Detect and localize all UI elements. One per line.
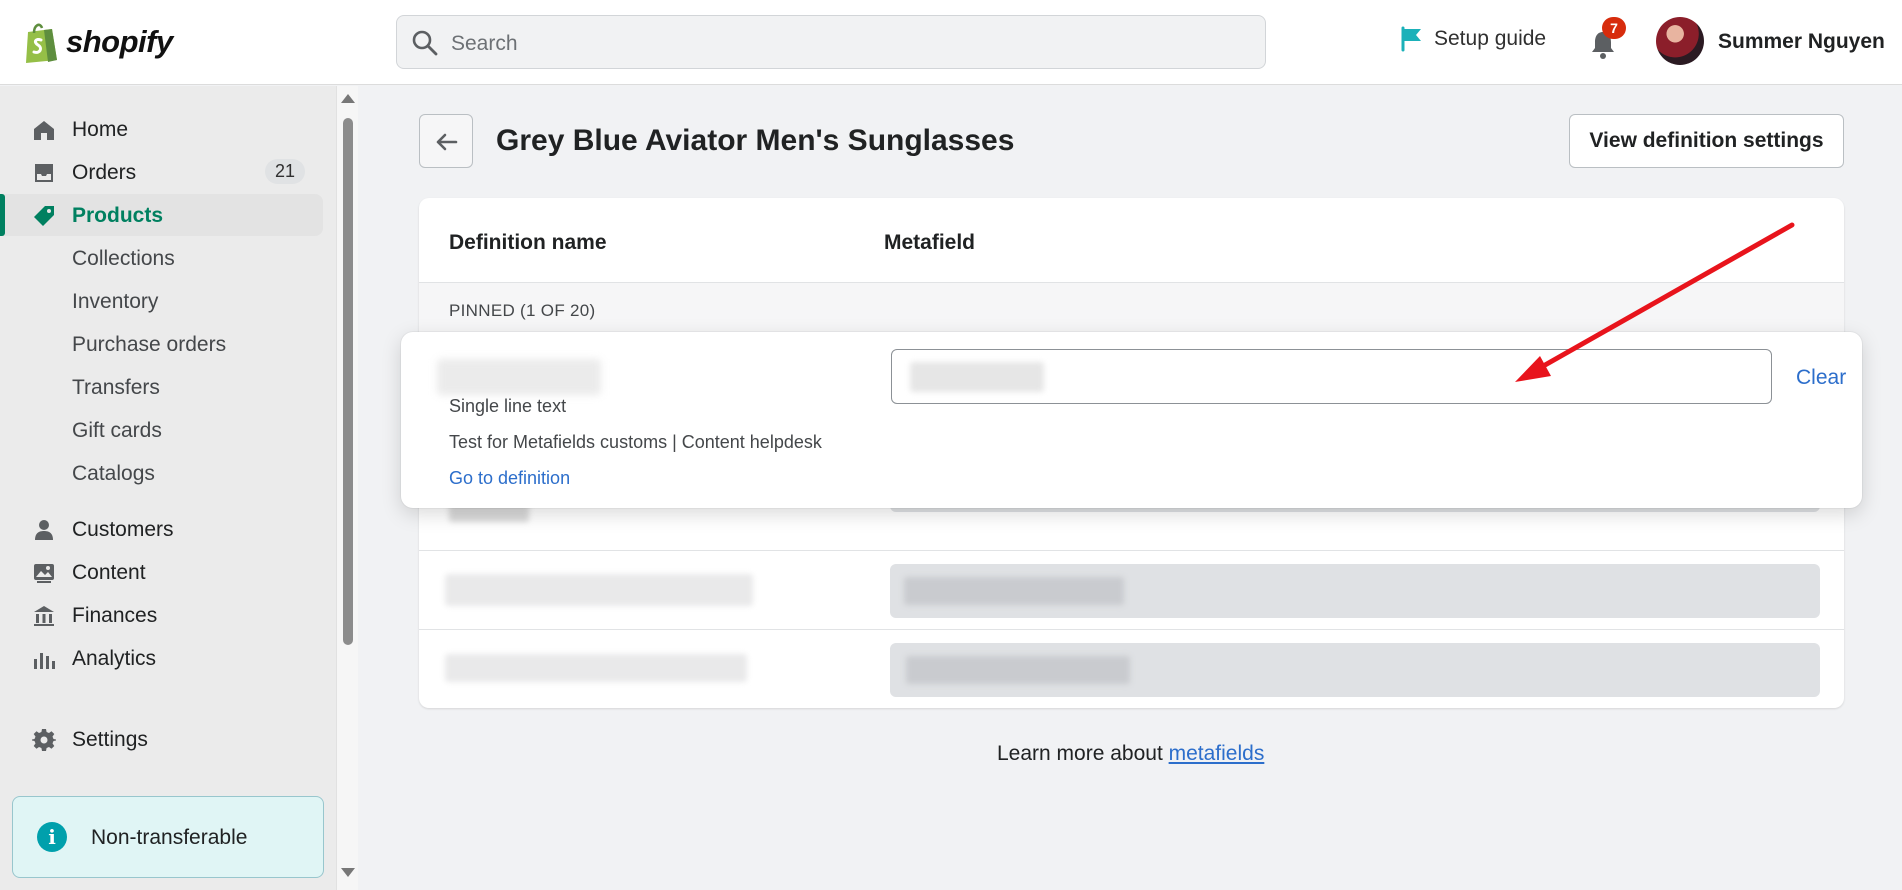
sidebar-item-label: Finances xyxy=(72,604,158,627)
sidebar-item-label: Purchase orders xyxy=(72,333,227,356)
sidebar-item-orders[interactable]: Orders 21 xyxy=(0,151,323,193)
setup-guide-label: Setup guide xyxy=(1434,27,1547,50)
scroll-up-arrow-icon[interactable] xyxy=(341,94,355,103)
sidebar-item-transfers[interactable]: Transfers xyxy=(0,366,323,408)
sidebar-item-products[interactable]: Products xyxy=(0,194,323,236)
redacted-definition-name xyxy=(445,574,753,606)
sidebar-item-label: Settings xyxy=(72,728,148,751)
pinned-label: PINNED (1 OF 20) xyxy=(449,301,596,320)
home-icon xyxy=(34,121,54,140)
metafield-description: Test for Metafields customs | Content he… xyxy=(449,432,822,452)
sidebar-item-purchase-orders[interactable]: Purchase orders xyxy=(0,323,323,365)
sidebar-item-label: Catalogs xyxy=(72,462,155,485)
divider xyxy=(419,550,1844,551)
sidebar-item-label: Transfers xyxy=(72,376,160,399)
scrollbar-thumb[interactable] xyxy=(343,118,353,645)
sidebar-scrollbar[interactable] xyxy=(336,86,358,890)
sidebar-item-label: Inventory xyxy=(72,290,159,313)
learn-more-prefix: Learn more about xyxy=(997,742,1169,765)
notification-count-badge: 7 xyxy=(1602,17,1626,39)
notice-label: Non-transferable xyxy=(91,826,248,849)
top-bar: shopify Search Setup guide 7 Summer Nguy… xyxy=(0,0,1902,85)
sidebar-item-label: Content xyxy=(72,561,146,584)
sidebar-item-home[interactable]: Home xyxy=(0,108,323,150)
metafields-link[interactable]: metafields xyxy=(1169,742,1265,765)
shopify-logo[interactable]: shopify xyxy=(22,20,173,64)
orders-count-badge: 21 xyxy=(264,159,305,184)
sidebar-item-content[interactable]: Content xyxy=(0,551,323,593)
page-title: Grey Blue Aviator Men's Sunglasses xyxy=(496,124,1015,157)
sidebar-item-catalogs[interactable]: Catalogs xyxy=(0,452,323,494)
user-name[interactable]: Summer Nguyen xyxy=(1718,30,1885,54)
sidebar-item-label: Collections xyxy=(72,247,175,270)
sidebar-item-label: Gift cards xyxy=(72,419,162,442)
bank-icon xyxy=(34,606,54,626)
divider xyxy=(419,629,1844,630)
image-icon xyxy=(34,564,54,583)
learn-more-text: Learn more about metafields xyxy=(997,742,1264,766)
scroll-down-arrow-icon[interactable] xyxy=(341,868,355,877)
sidebar-item-collections[interactable]: Collections xyxy=(0,237,323,279)
flag-icon xyxy=(1401,26,1421,52)
non-transferable-notice[interactable]: i Non-transferable xyxy=(12,796,324,878)
tag-icon xyxy=(34,206,54,226)
info-icon: i xyxy=(37,822,67,852)
sidebar-item-gift-cards[interactable]: Gift cards xyxy=(0,409,323,451)
sidebar-item-settings[interactable]: Settings xyxy=(0,718,323,760)
search-placeholder: Search xyxy=(451,32,518,55)
orders-icon xyxy=(35,164,53,182)
shopify-bag-icon xyxy=(26,23,57,63)
bar-chart-icon xyxy=(34,653,55,669)
view-definition-settings-button[interactable]: View definition settings xyxy=(1569,114,1844,168)
sidebar-item-label: Analytics xyxy=(72,647,157,670)
sidebar-item-label: Home xyxy=(72,118,129,141)
sidebar-item-label: Customers xyxy=(72,518,174,541)
metafield-value-input[interactable] xyxy=(891,349,1772,404)
sidebar: Home Orders 21 Products Collections Inve… xyxy=(0,86,336,890)
sidebar-item-label: Products xyxy=(72,204,164,227)
search-icon xyxy=(412,30,438,56)
sidebar-item-inventory[interactable]: Inventory xyxy=(0,280,323,322)
sidebar-item-label: Orders xyxy=(72,161,137,184)
redacted-metafield-value xyxy=(910,362,1044,392)
metafield-value-field[interactable] xyxy=(890,564,1820,618)
avatar[interactable] xyxy=(1656,17,1704,65)
column-header-definition-name: Definition name xyxy=(449,231,607,254)
sidebar-item-finances[interactable]: Finances xyxy=(0,594,323,636)
redacted-definition-name xyxy=(445,654,747,682)
pinned-section-header xyxy=(419,283,1844,338)
person-icon xyxy=(35,520,53,540)
redacted-metafield-value xyxy=(906,656,1130,684)
clear-button[interactable]: Clear xyxy=(1796,366,1846,390)
redacted-definition-name xyxy=(437,359,601,395)
metafield-value-field[interactable] xyxy=(890,643,1820,697)
column-header-metafield: Metafield xyxy=(884,231,976,254)
back-button[interactable] xyxy=(419,114,473,168)
gear-icon xyxy=(32,729,56,751)
go-to-definition-link[interactable]: Go to definition xyxy=(449,468,570,489)
search-input[interactable]: Search xyxy=(396,15,1266,69)
brand-name: shopify xyxy=(66,24,173,59)
pinned-metafield-popover: Single line text Test for Metafields cus… xyxy=(401,332,1862,508)
setup-guide-button[interactable]: Setup guide xyxy=(1400,26,1546,52)
sidebar-item-analytics[interactable]: Analytics xyxy=(0,637,323,679)
metafield-type: Single line text xyxy=(449,396,567,416)
arrow-left-icon xyxy=(436,133,458,151)
sidebar-item-customers[interactable]: Customers xyxy=(0,508,323,550)
redacted-metafield-value xyxy=(904,577,1124,605)
